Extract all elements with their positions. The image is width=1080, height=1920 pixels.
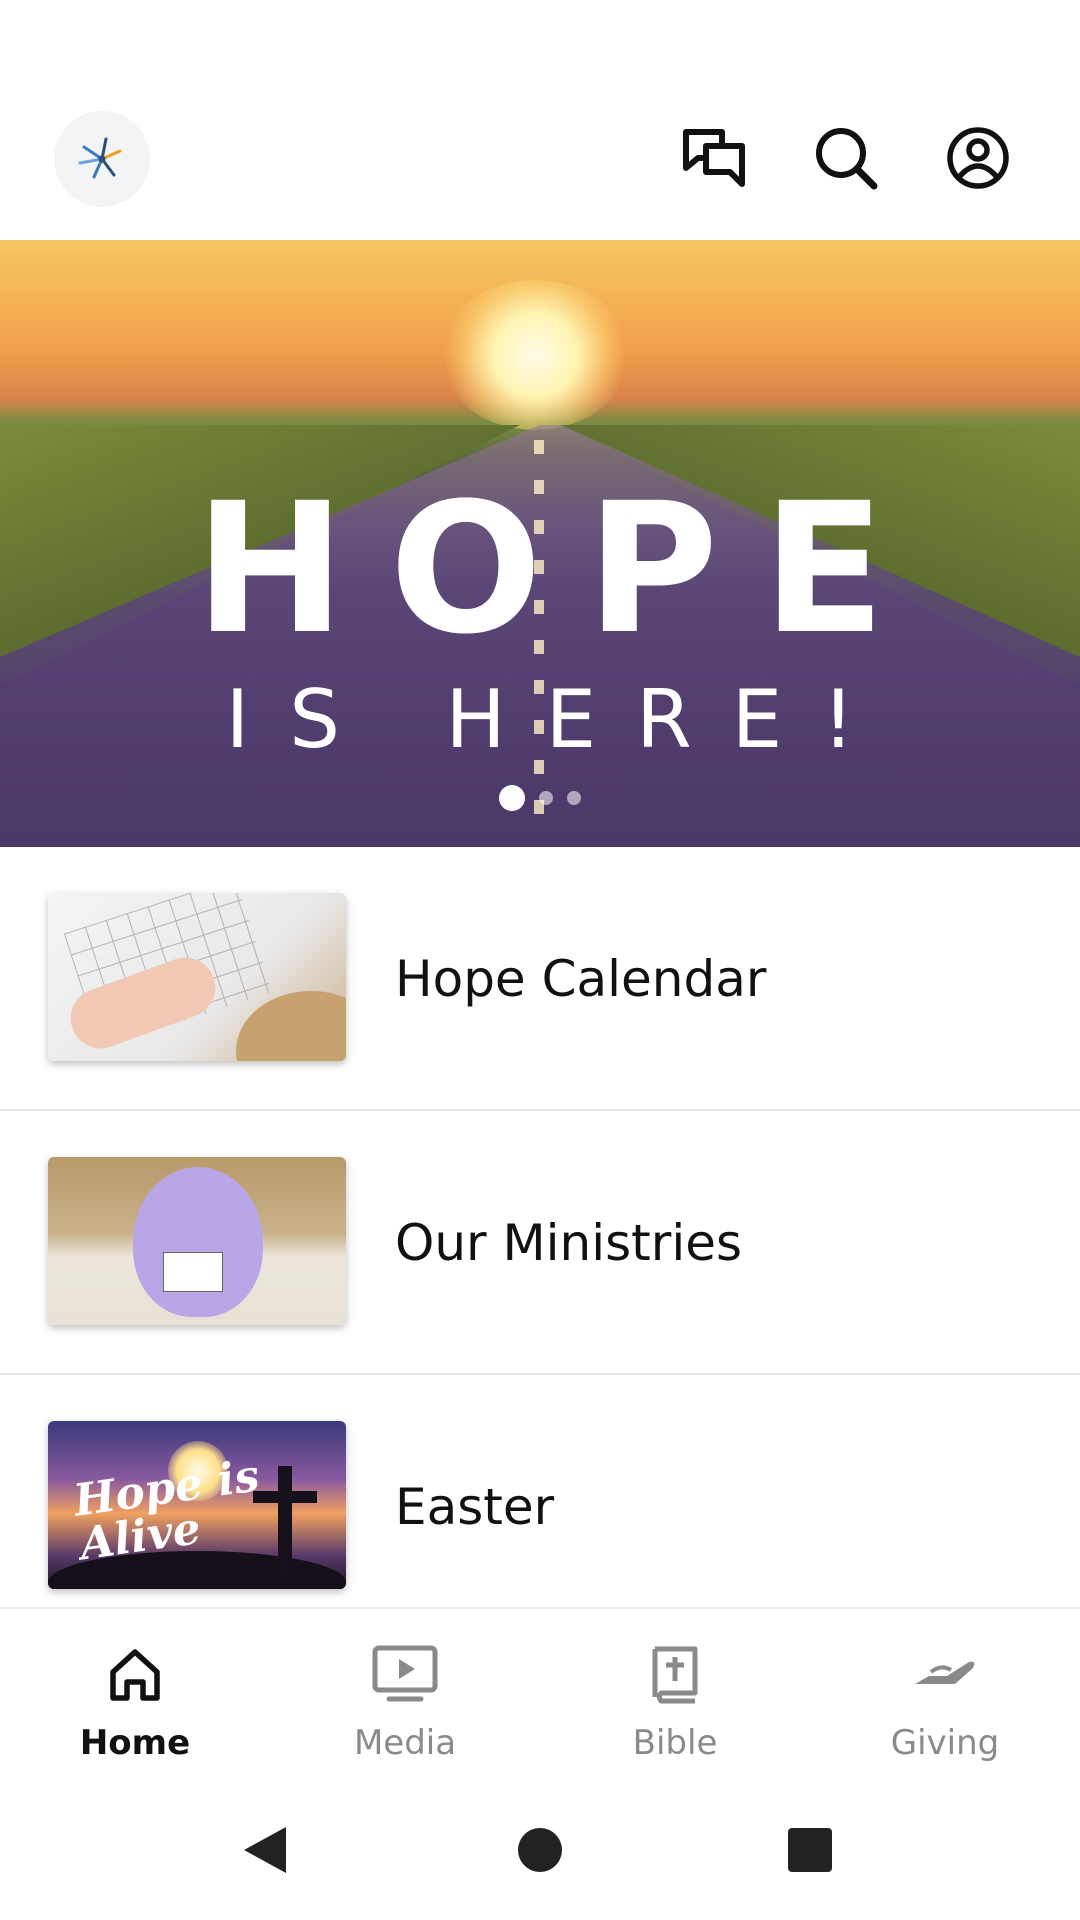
list-item-hope-calendar[interactable]: Hope Calendar: [0, 847, 1080, 1111]
nav-item-media[interactable]: Media: [270, 1609, 540, 1777]
easter-thumbnail-text: Hope is Alive: [70, 1450, 263, 1571]
hero-sun: [440, 280, 630, 430]
account-circle-icon: [947, 127, 1009, 189]
bottom-navigation: Home Media Bible Giving: [0, 1607, 1080, 1777]
our-ministries-thumbnail: [48, 1157, 346, 1325]
carousel-dot-2[interactable]: [539, 791, 553, 805]
search-button[interactable]: [808, 120, 884, 196]
play-screen-icon: [372, 1645, 438, 1702]
nav-label-bible: Bible: [632, 1723, 718, 1763]
back-triangle-icon: [244, 1827, 286, 1873]
nav-label-giving: Giving: [890, 1723, 1000, 1763]
hero-carousel[interactable]: HOPE IS HERE!: [0, 240, 1080, 847]
system-navigation-bar: [0, 1777, 1080, 1920]
home-icon: [110, 1649, 160, 1701]
search-icon: [816, 128, 878, 190]
carousel-dot-3[interactable]: [567, 791, 581, 805]
hero-subtitle: IS HERE!: [225, 673, 895, 766]
list-item-our-ministries[interactable]: Our Ministries: [0, 1111, 1080, 1375]
home-circle-icon: [518, 1828, 562, 1872]
recents-square-icon: [788, 1828, 832, 1872]
home-system-button[interactable]: [505, 1815, 575, 1885]
nav-item-home[interactable]: Home: [0, 1609, 270, 1777]
profile-button[interactable]: [940, 120, 1016, 196]
list-item-label: Hope Calendar: [395, 950, 767, 1008]
list-item-easter[interactable]: Hope is Alive Easter: [0, 1375, 1080, 1639]
chat-icon: [683, 129, 745, 187]
carousel-dot-1[interactable]: [499, 785, 525, 811]
app-bar: [0, 70, 1080, 240]
list-item-label: Our Ministries: [395, 1214, 743, 1272]
recents-button[interactable]: [775, 1815, 845, 1885]
status-bar: [0, 0, 1080, 70]
list-item-label: Easter: [395, 1478, 555, 1536]
nav-label-home: Home: [79, 1723, 191, 1763]
nav-item-bible[interactable]: Bible: [540, 1609, 810, 1777]
giving-hand-icon: [915, 1661, 975, 1684]
bible-icon: [652, 1646, 698, 1704]
hero-title: HOPE: [194, 465, 930, 674]
back-button[interactable]: [230, 1815, 300, 1885]
nav-label-media: Media: [353, 1723, 457, 1763]
carousel-dots: [0, 785, 1080, 811]
church-logo-icon[interactable]: [54, 111, 150, 207]
hope-calendar-thumbnail: [48, 893, 346, 1061]
easter-thumbnail: Hope is Alive: [48, 1421, 346, 1589]
messages-button[interactable]: [676, 120, 752, 196]
content-list: Hope Calendar Our Ministries Hope is Ali…: [0, 847, 1080, 1639]
nav-item-giving[interactable]: Giving: [810, 1609, 1080, 1777]
